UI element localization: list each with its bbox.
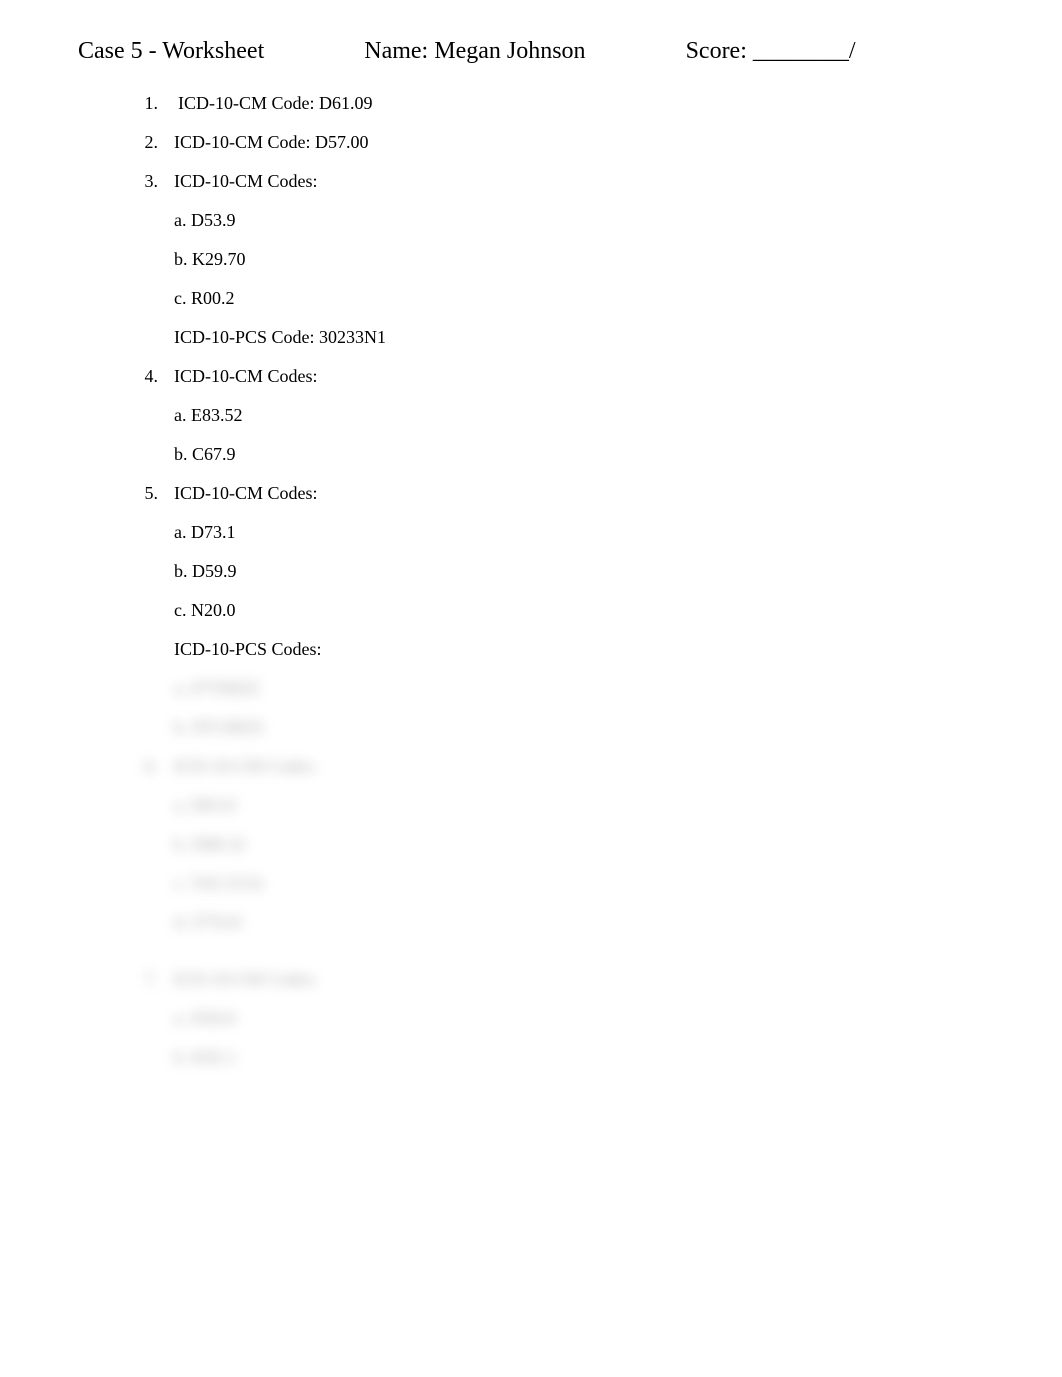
sub-answer-a: a. E83.52 — [174, 405, 1002, 426]
sub-label: c. — [174, 288, 187, 308]
code-value: D61.09 — [319, 93, 373, 113]
blurred-question-7: 7. ICD-10-CM Codes: a. D50.0 b. K92.1 — [130, 969, 1002, 1086]
blurred-line: d. Z79.01 — [174, 912, 1002, 933]
code-label: ICD-10-CM Codes: — [174, 969, 1002, 990]
question-number: 7. — [130, 969, 158, 1086]
score-field: Score: ________/ — [686, 38, 856, 65]
sub-answer-a: a. D73.1 — [174, 522, 1002, 543]
question-number: 2. — [130, 132, 158, 153]
question-number: 1. — [130, 93, 158, 114]
blurred-line: a. 07T00ZZ — [174, 678, 1002, 699]
blurred-line: c. T45.515A — [174, 873, 1002, 894]
question-body: ICD-10-CM Codes: a. D63.0 b. D68.32 c. T… — [174, 756, 1002, 951]
student-name: Name: Megan Johnson — [364, 38, 585, 65]
name-label: Name: — [364, 38, 428, 64]
blurred-line: a. D50.0 — [174, 1008, 1002, 1029]
question-number: 5. — [130, 483, 158, 660]
sub-label: c. — [174, 600, 187, 620]
sub-value: N20.0 — [191, 600, 236, 620]
question-body: ICD-10-CM Codes: a. D53.9 b. K29.70 c. R… — [174, 171, 1002, 348]
sub-value: C67.9 — [192, 444, 236, 464]
sub-answer-b: b. D59.9 — [174, 561, 1002, 582]
question-number: 4. — [130, 366, 158, 465]
pcs-code-value: 30233N1 — [319, 327, 386, 347]
sub-label: a. — [174, 210, 187, 230]
blurred-line: a. D63.0 — [174, 795, 1002, 816]
blurred-question-6: 6. ICD-10-CM Codes: a. D63.0 b. D68.32 c… — [130, 756, 1002, 951]
sub-answer-b: b. C67.9 — [174, 444, 1002, 465]
question-body: ICD-10-CM Codes: a. D50.0 b. K92.1 — [174, 969, 1002, 1086]
score-suffix: / — [849, 38, 856, 64]
blurred-line: b. D68.32 — [174, 834, 1002, 855]
code-label: ICD-10-CM Codes: — [174, 756, 1002, 777]
sub-value: E83.52 — [191, 405, 243, 425]
code-label: ICD-10-CM Code: — [178, 93, 315, 113]
blurred-line: b. 0TC00ZZ — [174, 717, 1002, 738]
sub-answer-b: b. K29.70 — [174, 249, 1002, 270]
pcs-code-line: ICD-10-PCS Codes: — [174, 639, 1002, 660]
pcs-code-label: ICD-10-PCS Code: — [174, 327, 315, 347]
sub-value: D53.9 — [191, 210, 236, 230]
question-3: 3. ICD-10-CM Codes: a. D53.9 b. K29.70 c… — [130, 171, 1002, 348]
question-number: 3. — [130, 171, 158, 348]
sub-answer-a: a. D53.9 — [174, 210, 1002, 231]
question-4: 4. ICD-10-CM Codes: a. E83.52 b. C67.9 — [130, 366, 1002, 465]
code-value: D57.00 — [315, 132, 369, 152]
score-label: Score: — [686, 38, 747, 64]
question-5: 5. ICD-10-CM Codes: a. D73.1 b. D59.9 c.… — [130, 483, 1002, 660]
header-row: Case 5 - Worksheet Name: Megan Johnson S… — [78, 38, 1002, 65]
sub-answer-c: c. R00.2 — [174, 288, 1002, 309]
question-number: 6. — [130, 756, 158, 951]
worksheet-content: 1. ICD-10-CM Code: D61.09 2. ICD-10-CM C… — [130, 93, 1002, 1086]
blurred-line: b. K92.1 — [174, 1047, 1002, 1068]
sub-answer-c: c. N20.0 — [174, 600, 1002, 621]
question-body: ICD-10-CM Code: D61.09 — [178, 93, 1002, 114]
code-label: ICD-10-CM Codes: — [174, 483, 318, 503]
score-blank: ________ — [753, 38, 849, 64]
question-body: ICD-10-CM Codes: a. E83.52 b. C67.9 — [174, 366, 1002, 465]
sub-value: K29.70 — [192, 249, 246, 269]
sub-label: a. — [174, 522, 187, 542]
question-2: 2. ICD-10-CM Code: D57.00 — [130, 132, 1002, 153]
sub-label: b. — [174, 561, 188, 581]
code-label: ICD-10-CM Codes: — [174, 366, 318, 386]
sub-value: D59.9 — [192, 561, 237, 581]
pcs-code-label: ICD-10-PCS Codes: — [174, 639, 322, 659]
sub-label: b. — [174, 249, 188, 269]
question-body: ICD-10-CM Code: D57.00 — [174, 132, 1002, 153]
pcs-code-line: ICD-10-PCS Code: 30233N1 — [174, 327, 1002, 348]
sub-label: b. — [174, 444, 188, 464]
question-body: ICD-10-CM Codes: a. D73.1 b. D59.9 c. N2… — [174, 483, 1002, 660]
code-label: ICD-10-CM Codes: — [174, 171, 318, 191]
sub-label: a. — [174, 405, 187, 425]
question-1: 1. ICD-10-CM Code: D61.09 — [130, 93, 1002, 114]
name-value: Megan Johnson — [434, 38, 585, 64]
blurred-preview: a. 07T00ZZ b. 0TC00ZZ 6. ICD-10-CM Codes… — [130, 678, 1002, 1086]
worksheet-title: Case 5 - Worksheet — [78, 38, 264, 65]
sub-value: R00.2 — [191, 288, 235, 308]
sub-value: D73.1 — [191, 522, 236, 542]
code-label: ICD-10-CM Code: — [174, 132, 311, 152]
